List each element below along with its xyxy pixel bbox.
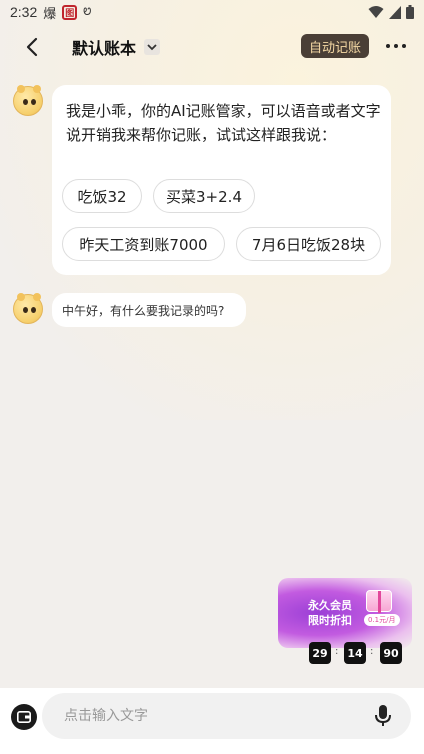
input-bar bbox=[0, 688, 424, 754]
more-icon[interactable] bbox=[386, 36, 406, 56]
countdown-seconds: 90 bbox=[380, 642, 402, 664]
promo-price: 0.1元/月 bbox=[364, 614, 400, 626]
header: 默认账本 自动记账 bbox=[0, 24, 424, 70]
status-bar: 2:32 爆 图 Ꮼ bbox=[0, 0, 424, 24]
suggestion-chip[interactable]: 买菜3+2.4 bbox=[153, 179, 255, 213]
promo-line2: 限时折扣 bbox=[308, 614, 352, 627]
message-input[interactable] bbox=[42, 693, 411, 739]
assistant-message-bubble: 我是小乖，你的AI记账管家，可以语音或者文字说开销我来帮你记账，试试这样跟我说：… bbox=[52, 85, 391, 275]
notification-app-icon: 图 bbox=[62, 4, 78, 20]
assistant-avatar bbox=[13, 85, 43, 116]
battery-icon bbox=[406, 5, 414, 19]
promo-line1: 永久会员 bbox=[308, 599, 352, 612]
notification-icon: 爆 bbox=[43, 6, 57, 22]
suggestion-chip[interactable]: 昨天工资到账7000 bbox=[62, 227, 225, 261]
suggestion-chip[interactable]: 7月6日吃饭28块 bbox=[236, 227, 381, 261]
countdown-hours: 29 bbox=[309, 642, 331, 664]
assistant-avatar bbox=[13, 293, 43, 324]
assistant-greeting-bubble: 中午好，有什么要我记录的吗? bbox=[52, 293, 246, 327]
vip-promo-widget[interactable]: 永久会员 限时折扣 0.1元/月 29 : 14 : 90 bbox=[278, 578, 412, 666]
gift-icon bbox=[366, 590, 392, 613]
status-indicators bbox=[368, 5, 414, 19]
promo-title: 永久会员 限时折扣 bbox=[308, 598, 352, 628]
assistant-intro-text: 我是小乖，你的AI记账管家，可以语音或者文字说开销我来帮你记账，试试这样跟我说： bbox=[66, 102, 381, 144]
suggestion-chip[interactable]: 吃饭32 bbox=[62, 179, 142, 213]
wallet-icon[interactable] bbox=[11, 704, 37, 730]
auto-record-button[interactable]: 自动记账 bbox=[301, 34, 369, 58]
status-time: 2:32 bbox=[10, 4, 38, 20]
back-arrow-icon[interactable] bbox=[22, 36, 44, 58]
page-title: 默认账本 bbox=[72, 39, 137, 58]
notification-small-icon: Ꮼ bbox=[83, 6, 92, 18]
signal-icon bbox=[389, 5, 401, 19]
countdown-minutes: 14 bbox=[344, 642, 366, 664]
ledger-selector[interactable]: 默认账本 bbox=[72, 35, 161, 59]
chevron-down-icon bbox=[144, 39, 161, 55]
mic-icon[interactable] bbox=[374, 705, 392, 727]
wifi-icon bbox=[368, 6, 384, 18]
